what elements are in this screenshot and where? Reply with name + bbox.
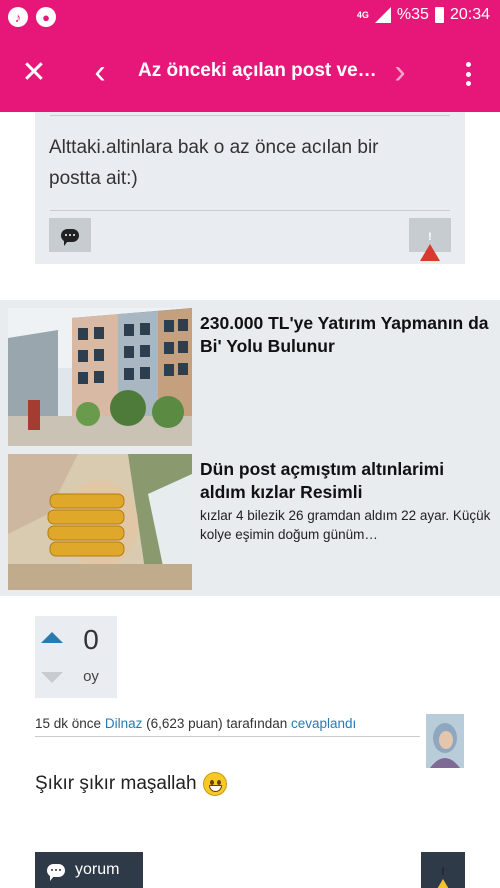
forward-chevron-icon[interactable]: › [386,55,414,89]
building-thumbnail[interactable] [8,308,192,446]
upvote-arrow-icon[interactable] [41,632,63,643]
system-status: 4G %35 20:34 [357,6,490,24]
vote-label: oy [83,668,99,685]
battery-icon [434,7,444,23]
notification-icons: ♪ ● [8,7,56,27]
vote-box: 0 oy [35,616,117,698]
clock: 20:34 [449,6,490,23]
answer-post: 0 oy 15 dk önce Dilnaz (6,623 puan) tara… [0,596,500,888]
user-points: (6,623 puan) [146,716,223,731]
answer-text: Alttaki.altinlara bak o az önce acılan b… [49,137,379,189]
warning-icon: ! [420,226,440,261]
grinning-face-icon [202,772,227,796]
bracelet-thumbnail[interactable] [8,454,192,590]
related-post-description: kızlar 4 bilezik 26 gramdan aldım 22 aya… [200,508,491,542]
alert-app-icon: ● [36,7,56,27]
spacer [0,264,500,300]
answer-meta: 15 dk önce Dilnaz (6,623 puan) tarafında… [35,716,415,731]
signal-icon [374,7,391,23]
user-link[interactable]: Dilnaz [105,716,143,731]
network-type: 4G [356,9,369,20]
divider [35,736,420,737]
downvote-arrow-icon[interactable] [41,672,63,683]
comment-button[interactable]: yorum [35,852,143,888]
avatar[interactable] [426,714,464,768]
answer-time: 15 dk önce [35,716,102,731]
vote-count: 0 [83,624,99,655]
divider [50,115,450,116]
answer-text: Şıkır şıkır maşallah [35,773,197,794]
comment-button-label: yorum [75,861,120,878]
back-chevron-icon[interactable]: ‹ [86,55,114,89]
comment-bubble-icon [47,863,65,881]
related-post[interactable]: 230.000 TL'ye Yatırım Yapmanın da Bi' Yo… [8,308,498,446]
page-title: Az önceki açılan post ve… [138,60,377,81]
related-posts: 230.000 TL'ye Yatırım Yapmanın da Bi' Yo… [0,300,500,596]
answer-body: Şıkır şıkır maşallah [35,772,227,796]
close-icon[interactable]: ✕ [20,58,48,88]
divider [50,210,450,211]
comment-button[interactable] [49,218,91,252]
related-post-title[interactable]: Dün post açmıştım altınlarimi aldım kızl… [200,458,492,504]
related-post[interactable]: Dün post açmıştım altınlarimi aldım kızl… [8,454,498,590]
report-button[interactable]: ! [421,852,465,888]
battery-percent: %35 [396,6,429,23]
answer-card: Alttaki.altinlara bak o az önce acılan b… [35,112,465,264]
app-bar: ✕ ‹ Az önceki açılan post ve… › [0,34,500,112]
answered-link[interactable]: cevaplandı [291,716,356,731]
report-button[interactable]: ! [409,218,451,261]
music-app-icon: ♪ [8,7,28,27]
by-label: tarafından [226,716,288,731]
related-post-title[interactable]: 230.000 TL'ye Yatırım Yapmanın da Bi' Yo… [200,312,492,358]
overflow-menu-icon[interactable] [456,60,480,88]
comment-bubble-icon [61,228,79,246]
status-bar: ♪ ● 4G %35 20:34 [0,0,500,34]
warning-icon: ! [433,861,453,888]
